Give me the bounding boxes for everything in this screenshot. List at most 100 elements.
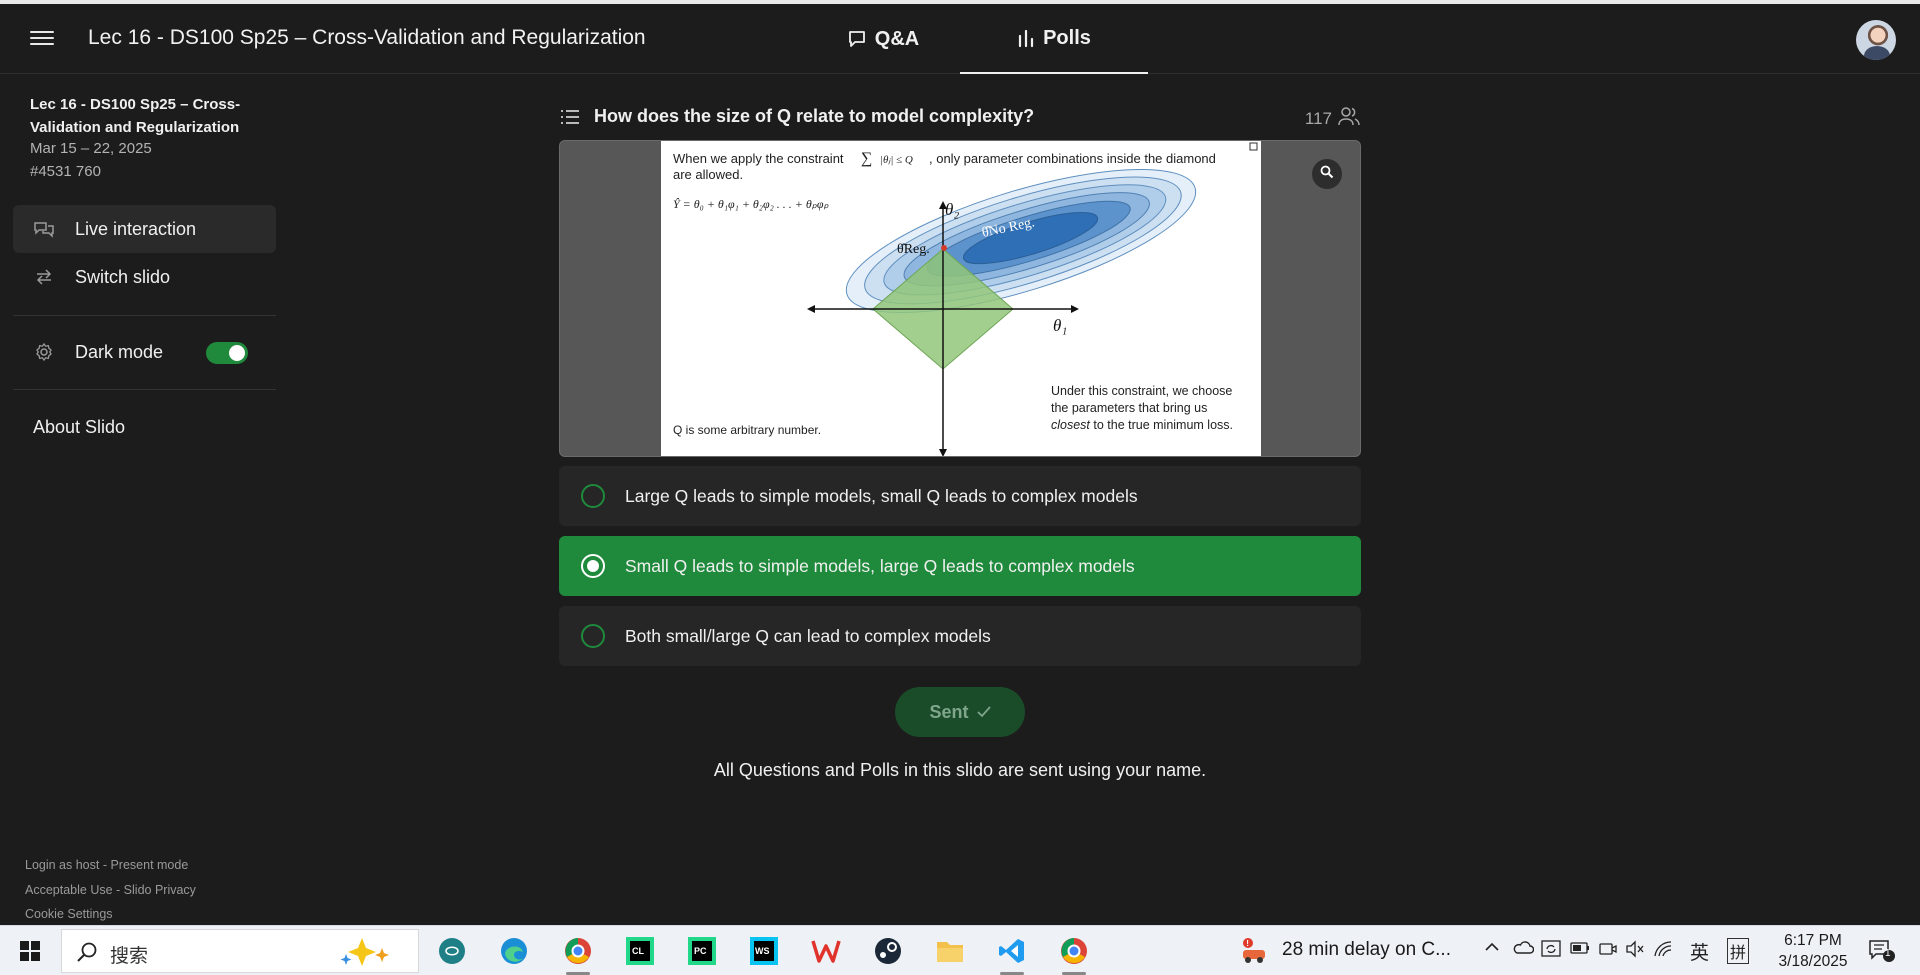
magnifier-icon: [1320, 165, 1334, 184]
avatar[interactable]: [1856, 20, 1896, 60]
svg-text:PC: PC: [694, 946, 707, 956]
present-mode-link[interactable]: Present mode: [110, 858, 188, 872]
search-placeholder: 搜索: [110, 946, 149, 967]
battery-icon[interactable]: [1570, 940, 1590, 961]
poll-option-1[interactable]: Large Q leads to simple models, small Q …: [559, 466, 1361, 526]
theta2-label: θ₂: [945, 200, 959, 219]
chevron-up-icon[interactable]: [1484, 938, 1500, 959]
radio-button[interactable]: [581, 484, 605, 508]
sidebar-item-switch-slido[interactable]: Switch slido: [13, 253, 276, 301]
list-icon: [560, 108, 580, 131]
svg-text:!: !: [1246, 939, 1249, 948]
gear-icon: [13, 342, 75, 362]
model-equation: Ŷ = θ₀ + θ₁φ₁ + θ₂φ₂ . . . + θₚφₚ: [673, 197, 830, 211]
app-header: Lec 16 - DS100 Sp25 – Cross-Validation a…: [0, 4, 1920, 74]
onedrive-icon[interactable]: [1512, 940, 1535, 961]
zoom-image-button[interactable]: [1312, 159, 1342, 189]
dark-mode-toggle[interactable]: [206, 342, 248, 364]
slide-note-line1: Under this constraint, we choose: [1051, 384, 1232, 398]
speaker-muted-icon[interactable]: [1625, 940, 1645, 963]
poll-option-label: Small Q leads to simple models, large Q …: [625, 555, 1135, 576]
sent-label: Sent: [929, 701, 969, 722]
clock-date: 3/18/2025: [1778, 953, 1848, 970]
sidebar-divider: [13, 389, 276, 390]
acceptable-use-link[interactable]: Acceptable Use: [25, 883, 113, 897]
slide-note-em: closest: [1051, 418, 1090, 432]
chrome-profile-icon[interactable]: [560, 934, 596, 975]
sidebar-item-label: Switch slido: [75, 266, 171, 287]
footer-row-3: Cookie Settings: [25, 907, 113, 921]
pycharm-icon[interactable]: PC: [684, 934, 720, 968]
poll-option-label: Both small/large Q can lead to complex m…: [625, 625, 991, 646]
webstorm-icon[interactable]: WS: [746, 934, 782, 968]
edge-browser-icon[interactable]: [496, 934, 532, 968]
wps-office-icon[interactable]: [808, 934, 844, 968]
reg-solution-label: θ̂Reg.: [897, 242, 930, 257]
tab-polls[interactable]: Polls: [960, 4, 1148, 74]
camera-icon[interactable]: [1598, 940, 1618, 963]
about-slido-link[interactable]: About Slido: [33, 417, 125, 438]
axis-arrow: [807, 305, 815, 313]
sum-symbol: ∑: [861, 150, 872, 167]
cookie-settings-link[interactable]: Cookie Settings: [25, 907, 113, 921]
taskbar-search-input[interactable]: 搜索: [61, 929, 419, 973]
poll-option-2[interactable]: Small Q leads to simple models, large Q …: [559, 536, 1361, 596]
footer-separator: -: [112, 883, 124, 897]
poll-option-label: Large Q leads to simple models, small Q …: [625, 485, 1138, 506]
traffic-icon: !: [1240, 934, 1270, 968]
sidebar-item-live-interaction[interactable]: Live interaction: [13, 205, 276, 253]
sparkle-icon: [332, 934, 412, 975]
slide-text-line2: are allowed.: [673, 167, 743, 182]
chat-bubbles-icon: [13, 220, 75, 238]
checkmark-icon: [976, 702, 991, 723]
poll-option-3[interactable]: Both small/large Q can lead to complex m…: [559, 606, 1361, 666]
slide-note-line2: the parameters that bring us: [1051, 401, 1207, 415]
ime-language-indicator[interactable]: 英: [1690, 938, 1709, 965]
windows-taskbar: 搜索 CL PC WS ! 28 min delay on C... 英 拼 6…: [0, 925, 1920, 975]
file-explorer-icon[interactable]: [932, 934, 968, 968]
sidebar-event-code: #4531 760: [30, 163, 101, 180]
radio-button[interactable]: [581, 624, 605, 648]
users-icon: [1338, 106, 1360, 131]
sent-button[interactable]: Sent: [895, 687, 1025, 737]
menu-icon[interactable]: [30, 28, 54, 50]
participants-count: 117: [1305, 106, 1360, 131]
taskbar-clock[interactable]: 6:17 PM 3/18/2025: [1768, 930, 1858, 972]
slide-text-line1a: When we apply the constraint: [673, 151, 844, 166]
ime-mode-indicator[interactable]: 拼: [1727, 938, 1750, 964]
steam-icon[interactable]: [870, 934, 906, 968]
tab-polls-label: Polls: [1043, 26, 1091, 49]
slide-note-rest: to the true minimum loss.: [1090, 418, 1233, 432]
clion-icon[interactable]: CL: [622, 934, 658, 968]
login-as-host-link[interactable]: Login as host: [25, 858, 99, 872]
sidebar-event-title: Lec 16 - DS100 Sp25 – Cross-Validation a…: [30, 96, 241, 136]
notification-count: 1: [1885, 948, 1891, 959]
windows-start-icon[interactable]: [20, 941, 40, 961]
sidebar-divider: [13, 315, 276, 316]
svg-text:WS: WS: [755, 946, 770, 956]
swap-arrows-icon: [13, 269, 75, 285]
dark-mode-label: Dark mode: [75, 341, 164, 362]
axis-arrow: [1071, 305, 1079, 313]
dark-mode-row: Dark mode: [13, 328, 276, 376]
slide-left-note: Q is some arbitrary number.: [673, 423, 821, 437]
privacy-link[interactable]: Slido Privacy: [124, 883, 196, 897]
wifi-icon[interactable]: [1653, 940, 1673, 963]
radio-button-selected[interactable]: [581, 554, 605, 578]
constraint-expr: |θⱼ| ≤ Q: [880, 154, 913, 166]
update-icon[interactable]: [1541, 940, 1561, 963]
tab-qa[interactable]: Q&A: [808, 4, 958, 74]
poll-image[interactable]: When we apply the constraint ∑ |θⱼ| ≤ Q …: [559, 140, 1361, 457]
event-title: Lec 16 - DS100 Sp25 – Cross-Validation a…: [88, 26, 646, 49]
sidebar-item-label: Live interaction: [75, 218, 197, 239]
resize-handle: [1249, 142, 1258, 151]
poll-question: How does the size of Q relate to model c…: [594, 106, 1035, 126]
participants-number: 117: [1304, 108, 1332, 128]
chrome-icon[interactable]: [1056, 934, 1092, 975]
brain-app-icon[interactable]: [434, 934, 470, 968]
news-widget[interactable]: 28 min delay on C...: [1282, 939, 1451, 961]
slide-text-line1b: , only parameter combinations inside the…: [929, 151, 1216, 166]
clock-time: 6:17 PM: [1784, 932, 1842, 949]
notification-center-icon[interactable]: 1: [1868, 939, 1896, 968]
vscode-icon[interactable]: [994, 934, 1030, 975]
